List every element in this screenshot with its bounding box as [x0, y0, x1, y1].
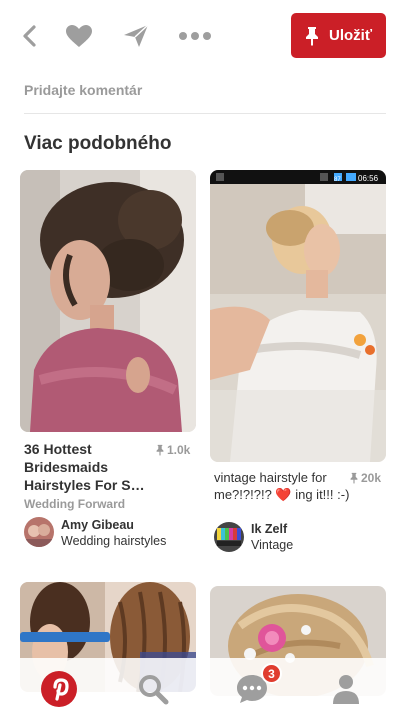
pin-icon — [305, 26, 318, 46]
notification-badge: 3 — [261, 663, 282, 684]
status-time: 06:56 — [358, 174, 379, 183]
avatar[interactable] — [214, 522, 244, 552]
status-battery: 87 — [334, 177, 341, 183]
save-button-label: Uložiť — [328, 27, 372, 44]
back-chevron-icon[interactable] — [14, 20, 46, 52]
send-icon[interactable] — [120, 20, 152, 52]
pinterest-home-icon[interactable] — [40, 670, 78, 708]
section-title: Viac podobného — [24, 133, 172, 154]
save-count: 1.0k — [156, 443, 190, 457]
pin-source[interactable]: Wedding Forward — [24, 497, 125, 511]
comment-input[interactable]: Pridajte komentár — [24, 82, 142, 98]
pin-image-vintage[interactable]: 06:56 87 — [210, 170, 386, 462]
save-count-value: 1.0k — [167, 443, 191, 457]
more-options-icon[interactable] — [177, 20, 213, 52]
profile-icon[interactable] — [327, 670, 365, 708]
user-name[interactable]: Ik Zelf — [251, 522, 287, 536]
save-button[interactable]: Uložiť — [291, 13, 386, 58]
search-icon[interactable] — [134, 670, 172, 708]
pin-image-updo[interactable] — [20, 170, 196, 432]
save-count: 20k — [350, 471, 381, 485]
board-name[interactable]: Wedding hairstyles — [61, 534, 166, 548]
bottom-navigation — [0, 658, 406, 720]
avatar[interactable] — [24, 517, 54, 547]
heart-icon[interactable] — [63, 20, 95, 52]
board-name[interactable]: Vintage — [251, 538, 293, 552]
pin-title[interactable]: 36 Hottest Bridesmaids Hairstyles For S… — [24, 440, 154, 494]
divider — [24, 113, 386, 114]
top-action-bar: Uložiť — [0, 0, 406, 72]
pin-icon — [350, 472, 358, 484]
save-count-value: 20k — [361, 471, 382, 485]
user-name[interactable]: Amy Gibeau — [61, 518, 134, 532]
pin-icon — [156, 444, 164, 456]
